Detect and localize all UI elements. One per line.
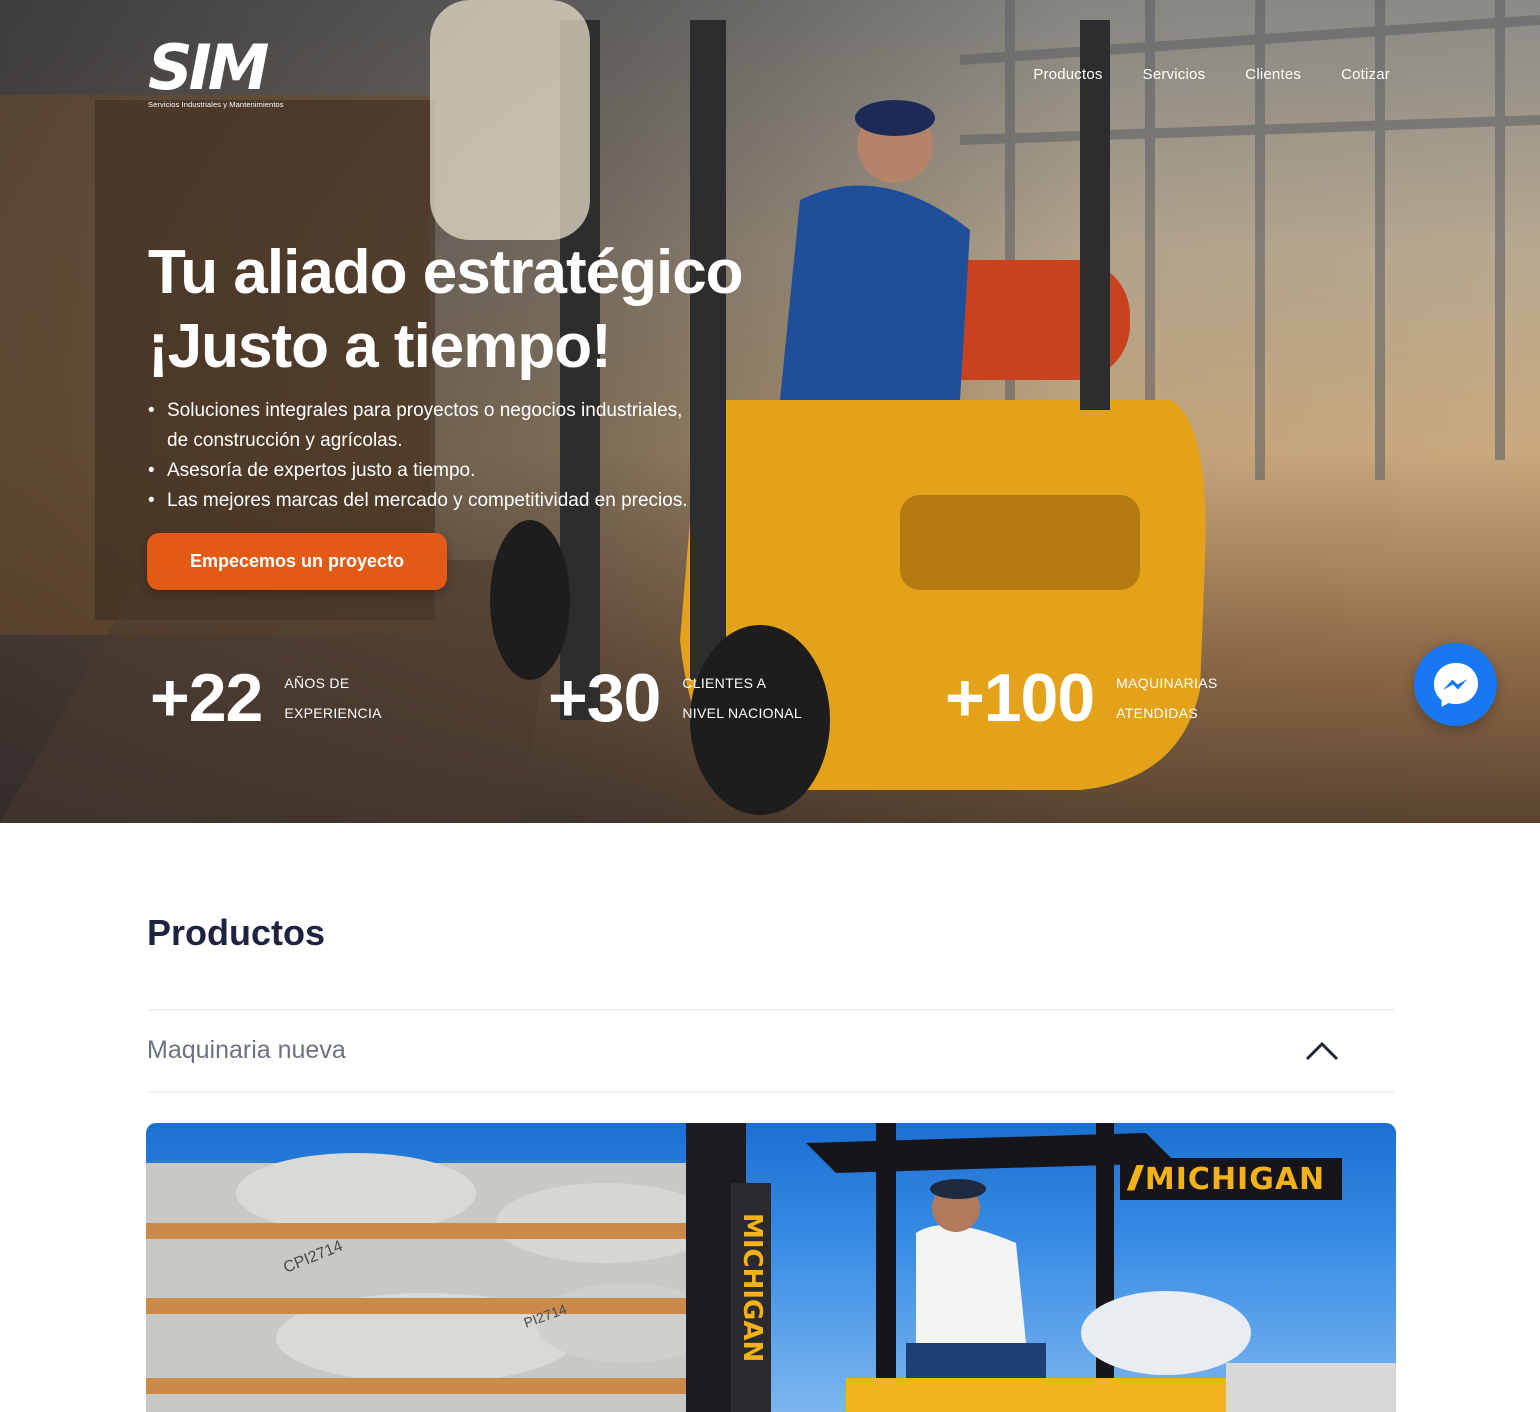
stat-number: +30 [548, 660, 661, 736]
start-project-button[interactable]: Empecemos un proyecto [147, 533, 447, 590]
logo-mark: SIM [148, 31, 269, 104]
michigan-logo-text: MICHIGAN [1144, 1161, 1326, 1197]
hero-headline-line1: Tu aliado estratégico [148, 238, 744, 307]
stat-number: +22 [150, 660, 263, 736]
stat-machinery: +100 MAQUINARIAS ATENDIDAS [945, 660, 1218, 736]
hero-bullet: Soluciones integrales para proyectos o n… [148, 396, 688, 456]
chevron-up-icon[interactable] [1304, 1038, 1340, 1064]
products-title: Productos [147, 912, 326, 953]
stat-label: AÑOS DE EXPERIENCIA [284, 668, 381, 728]
hero-section: SIM Servicios Industriales y Mantenimien… [0, 0, 1540, 823]
messenger-chat-button[interactable] [1414, 643, 1497, 726]
nav-link-productos[interactable]: Productos [1033, 66, 1102, 83]
main-nav: Productos Servicios Clientes Cotizar [1033, 66, 1390, 83]
nav-link-cotizar[interactable]: Cotizar [1341, 66, 1390, 83]
accordion-divider [147, 1009, 1394, 1011]
nav-link-clientes[interactable]: Clientes [1245, 66, 1301, 83]
accordion-maquinaria-nueva[interactable]: Maquinaria nueva [147, 1036, 346, 1065]
accordion-divider [147, 1091, 1394, 1093]
stat-label: CLIENTES A NIVEL NACIONAL [682, 668, 802, 728]
stat-label: MAQUINARIAS ATENDIDAS [1116, 668, 1217, 728]
hero-bullet-text-cont: de construcción y agrícolas. [167, 430, 403, 451]
hero-headline: Tu aliado estratégico ¡Justo a tiempo! [148, 236, 744, 384]
hero-bullet: Las mejores marcas del mercado y competi… [148, 486, 688, 516]
stat-label-line2: NIVEL NACIONAL [682, 705, 802, 721]
stat-experience: +22 AÑOS DE EXPERIENCIA [150, 660, 382, 736]
stat-label-line1: AÑOS DE [284, 675, 350, 691]
stat-label-line2: EXPERIENCIA [284, 705, 382, 721]
nav-link-servicios[interactable]: Servicios [1143, 66, 1206, 83]
logo[interactable]: SIM Servicios Industriales y Mantenimien… [148, 31, 284, 110]
hero-headline-line2: ¡Justo a tiempo! [148, 312, 612, 381]
stat-label-line2: ATENDIDAS [1116, 705, 1198, 721]
hero-bullet-list: Soluciones integrales para proyectos o n… [148, 396, 688, 516]
stat-label-line1: CLIENTES A [682, 675, 767, 691]
stat-clients: +30 CLIENTES A NIVEL NACIONAL [548, 660, 802, 736]
stat-number: +100 [945, 660, 1095, 736]
michigan-logo: // MICHIGAN [1120, 1158, 1342, 1200]
messenger-icon [1433, 662, 1478, 707]
mast-brand-text: MICHIGAN [737, 1213, 767, 1362]
stat-label-line1: MAQUINARIAS [1116, 675, 1218, 691]
michigan-logo-slashes: // [1128, 1159, 1141, 1198]
hero-bullet: Asesoría de expertos justo a tiempo. [148, 456, 688, 486]
hero-bullet-text: Soluciones integrales para proyectos o n… [167, 400, 683, 421]
logo-subtitle: Servicios Industriales y Mantenimientos [148, 100, 284, 109]
